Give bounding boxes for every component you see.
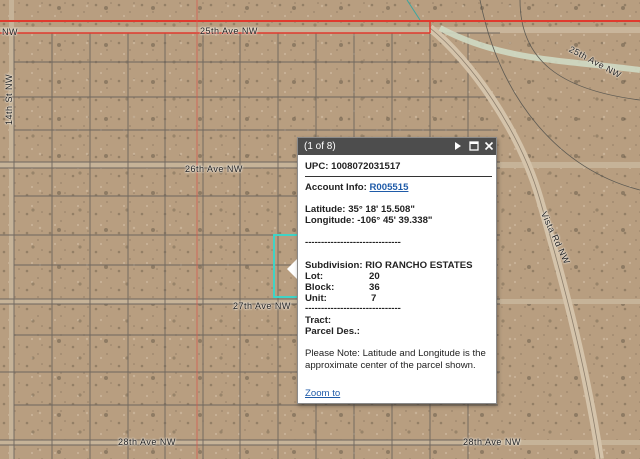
street-label-26th-ave: 26th Ave NW [185, 164, 243, 174]
parcel-info-popup: (1 of 8) UPC: 1008072031517 Account Info… [297, 137, 497, 404]
divider-1: ------------------------------ [305, 237, 401, 248]
block-row: Block: 36 [305, 282, 380, 294]
lot-row: Lot: 20 [305, 271, 380, 283]
account-link[interactable]: R005515 [370, 182, 409, 193]
longitude-label: Longitude: [305, 215, 355, 226]
upc-row: UPC: 1008072031517 [305, 161, 401, 173]
location-note: Please Note: Latitude and Longitude is t… [305, 348, 486, 371]
longitude-value: -106° 45' 39.338" [357, 215, 433, 226]
latitude-row: Latitude: 35° 18' 15.508" [305, 204, 415, 216]
street-label-27th-ave: 27th Ave NW [233, 301, 291, 311]
road-14th [9, 0, 14, 459]
longitude-row: Longitude: -106° 45' 39.338" [305, 215, 432, 227]
latitude-label: Latitude: [305, 204, 346, 215]
lot-value: 20 [369, 271, 380, 282]
street-label-28th-ave-right: 28th Ave NW [463, 437, 521, 447]
upc-value: 1008072031517 [331, 161, 401, 172]
close-icon[interactable] [484, 141, 494, 151]
lot-label: Lot: [305, 271, 324, 282]
road-25th [0, 27, 640, 33]
street-label-28th-ave-left: 28th Ave NW [118, 437, 176, 447]
street-label-14th-st: 14th St NW [4, 73, 14, 125]
account-row: Account Info: R005515 [305, 182, 408, 194]
road-28th [0, 440, 640, 445]
divider-2: ------------------------------ [305, 303, 401, 314]
street-label-25th-ave: 25th Ave NW [200, 26, 258, 36]
parcel-des-label: Parcel Des.: [305, 326, 360, 337]
block-value: 36 [369, 282, 380, 293]
popup-rule [305, 176, 492, 177]
upc-label: UPC: [305, 161, 329, 172]
subdivision-value: RIO RANCHO ESTATES [365, 260, 473, 271]
account-label: Account Info: [305, 182, 367, 193]
popup-page-count: (1 of 8) [304, 141, 336, 152]
zoom-to-link[interactable]: Zoom to [305, 388, 340, 400]
popup-header: (1 of 8) [298, 138, 496, 155]
street-label-nw: NW [2, 27, 18, 37]
subdivision-row: Subdivision: RIO RANCHO ESTATES [305, 260, 473, 272]
block-label: Block: [305, 282, 335, 293]
tract-label: Tract: [305, 315, 332, 326]
latitude-value: 35° 18' 15.508" [348, 204, 415, 215]
next-feature-icon[interactable] [453, 141, 463, 151]
maximize-icon[interactable] [469, 141, 479, 151]
subdivision-label: Subdivision: [305, 260, 363, 271]
